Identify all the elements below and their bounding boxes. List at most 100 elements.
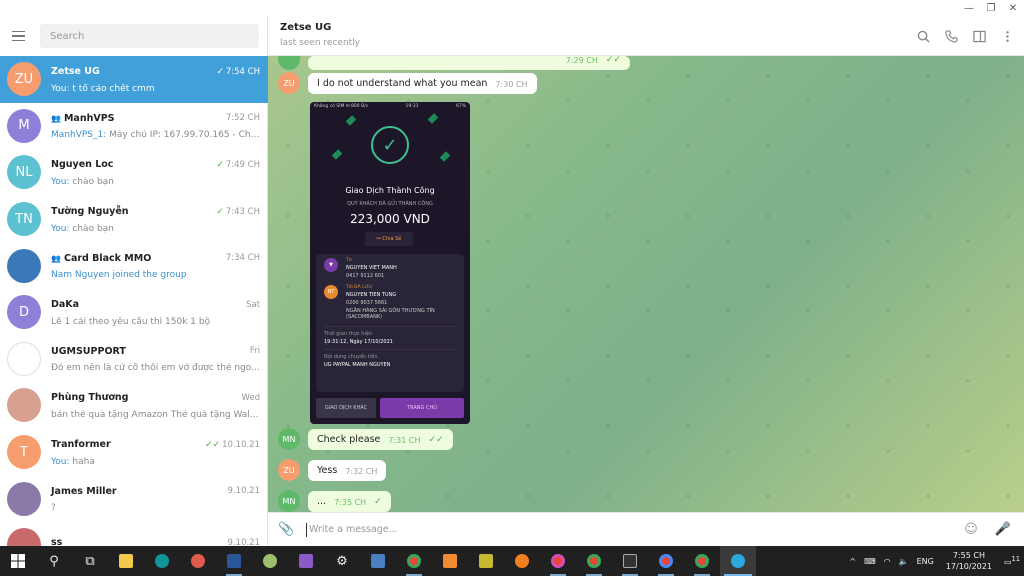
preview-text: chào bạn (69, 176, 114, 187)
chrome-profile-icon[interactable] (684, 546, 720, 576)
chat-preview: Lễ 1 cái theo yêu cầu thì 150k 1 bộ (51, 317, 260, 327)
receipt-screenshot-image[interactable]: Không có SIM ✉ 800 B/s 19:31 67% ✓ Giao … (310, 102, 470, 424)
message-incoming: ZU I do not understand what you mean 7:3… (278, 72, 537, 94)
chat-time: ✓ 7:43 CH (216, 207, 260, 217)
message-bubble[interactable]: 7:29 CH ✓✓ (308, 56, 630, 70)
chat-name-text: Tường Nguyễn (51, 206, 129, 218)
chat-list-item[interactable]: T Tranformer ✓✓ 10.10.21 You: haha (0, 429, 268, 476)
terminal-icon[interactable] (612, 546, 648, 576)
chat-list-item[interactable]: NL Nguyen Loc ✓ 7:49 CH You: chào bạn (0, 149, 268, 196)
arduino-icon[interactable] (144, 546, 180, 576)
preview-sender: ManhVPS_1: (51, 130, 107, 141)
preview-text: ? (51, 503, 56, 514)
chat-list-item[interactable]: ZU Zetse UG ✓ 7:54 CH You: t tổ cảo chết cmm (0, 56, 268, 103)
microphone-icon[interactable]: 🎤 (992, 522, 1014, 537)
input-method-icon[interactable]: ⌨ (864, 557, 876, 566)
chrome-icon[interactable] (396, 546, 432, 576)
sublime-text-icon[interactable] (432, 546, 468, 576)
chat-time-text: 7:49 CH (225, 159, 260, 170)
avatar[interactable]: MN (278, 428, 300, 450)
chat-list: ZU Zetse UG ✓ 7:54 CH You: t tổ cảo chết cmm… (0, 56, 268, 546)
paint-icon[interactable] (180, 546, 216, 576)
chat-list-item[interactable]: M 👥 ManhVPS 7:52 CH ManhVPS_1: Máy chủ IP: 1… (0, 103, 268, 150)
notification-center-icon[interactable]: ▭11 (1004, 555, 1020, 567)
app-icon[interactable] (252, 546, 288, 576)
avatar[interactable]: MN (278, 490, 300, 512)
chat-name-text: DaKa (51, 299, 80, 311)
windows-taskbar: ⚲ ⧉ ⚙ ^ ⌨ ◠ 🔈 ENG 7:55 CH 17/10/2021 ▭11 (0, 546, 1024, 576)
chrome-profile-icon[interactable] (576, 546, 612, 576)
decor-diamond (439, 151, 451, 162)
search-icon[interactable]: ⚲ (36, 546, 72, 576)
message-time: 7:35 CH (334, 498, 367, 507)
message-bubble[interactable]: Yess 7:32 CH (308, 460, 387, 481)
receipt-title: Giao Dịch Thành Công (345, 186, 435, 195)
chrome-profile-icon[interactable] (540, 546, 576, 576)
read-check-icon: ✓ (216, 206, 224, 217)
message-bubble[interactable]: Check please 7:31 CH ✓✓ (308, 429, 453, 450)
preview-text: Máy chủ IP: 167.99.70.165 - Chec... (106, 130, 260, 141)
word-icon[interactable] (216, 546, 252, 576)
message-input[interactable]: Write a message... (306, 522, 950, 537)
chat-list-item[interactable]: 👥 Card Black MMO 7:34 CH Nam Nguyen joined … (0, 242, 268, 289)
task-view-icon[interactable]: ⧉ (72, 546, 108, 576)
to-name: NGUYEN TIEN TUNG (346, 292, 397, 298)
avatar (7, 248, 41, 283)
windows-start-icon[interactable] (0, 546, 36, 576)
chat-list-item[interactable]: ss 9.10.21 (0, 522, 268, 546)
wifi-icon[interactable]: ◠ (884, 557, 891, 566)
restore-button[interactable]: ❐ (980, 0, 1002, 16)
chat-list-item[interactable]: Phùng Thương Wed bán thẻ quà tặng Amazon T… (0, 382, 268, 429)
chat-list-item[interactable]: TN Tường Nguyễn ✓ 7:43 CH You: chào bạn (0, 196, 268, 243)
chat-list-item[interactable]: D DaKa Sat Lễ 1 cái theo yêu cầu thì 150k 1… (0, 289, 268, 336)
sidebar-toggle-icon[interactable] (970, 27, 988, 45)
avatar[interactable]: ZU (278, 459, 300, 481)
search-input[interactable]: Search (40, 24, 259, 48)
chevron-up-icon[interactable]: ^ (849, 557, 856, 566)
chat-name: UGMSUPPORT (51, 346, 126, 357)
message-text: Yess (317, 465, 338, 476)
hamburger-menu-icon[interactable] (12, 26, 32, 46)
telegram-icon[interactable] (720, 546, 756, 576)
message-text: I do not understand what you mean (317, 78, 488, 89)
recipient-avatar: NT (324, 285, 338, 299)
clock-date: 17/10/2021 (945, 562, 992, 571)
close-button[interactable]: ✕ (1002, 0, 1024, 16)
tool-icon[interactable] (468, 546, 504, 576)
attach-icon[interactable]: 📎 (278, 522, 296, 537)
conversation-header: Zetse UG last seen recently (268, 16, 1024, 56)
avatar (7, 388, 41, 423)
clock[interactable]: 7:55 CH 17/10/2021 (946, 550, 992, 572)
message-area[interactable]: 7:29 CH ✓✓ ZU I do not understand what yo… (268, 56, 1024, 512)
chat-preview: Nam Nguyen joined the group (51, 270, 260, 280)
chrome-profile-icon[interactable] (648, 546, 684, 576)
message-time: 7:32 CH (345, 467, 378, 476)
share-button: ⚯ Chia Sẻ (365, 232, 413, 246)
conversation-title[interactable]: Zetse UG (280, 22, 1012, 33)
avatar (278, 56, 300, 70)
visual-studio-icon[interactable] (288, 546, 324, 576)
language-indicator[interactable]: ENG (917, 557, 934, 566)
message-bubble[interactable]: I do not understand what you mean 7:30 C… (308, 73, 537, 94)
avatar[interactable]: ZU (278, 72, 300, 94)
cloud-icon[interactable] (504, 546, 540, 576)
chat-time: 7:34 CH (226, 253, 260, 263)
emoji-icon[interactable]: ☺ (960, 522, 982, 537)
file-explorer-icon[interactable] (108, 546, 144, 576)
decor-diamond (345, 115, 357, 126)
last-seen-status: last seen recently (280, 38, 361, 48)
search-icon[interactable] (914, 27, 932, 45)
settings-gear-icon[interactable]: ⚙ (324, 546, 360, 576)
chat-time-text: Wed (241, 392, 260, 403)
remote-desktop-icon[interactable] (360, 546, 396, 576)
more-options-icon[interactable] (998, 27, 1016, 45)
chat-list-item[interactable]: UGMSUPPORT Fri Đó em nên là cứ cố thôi em … (0, 336, 268, 383)
clock-time: 7:55 CH (952, 551, 985, 560)
message-bubble[interactable]: ... 7:35 CH ✓ (308, 491, 391, 512)
chat-preview: ManhVPS_1: Máy chủ IP: 167.99.70.165 - C… (51, 130, 260, 140)
chat-list-item[interactable]: James Miller 9.10.21? (0, 475, 268, 522)
volume-icon[interactable]: 🔈 (899, 557, 909, 566)
phone-call-icon[interactable] (942, 27, 960, 45)
content-label: Nội dung chuyển tiền (324, 354, 378, 360)
minimize-button[interactable]: — (958, 0, 980, 16)
